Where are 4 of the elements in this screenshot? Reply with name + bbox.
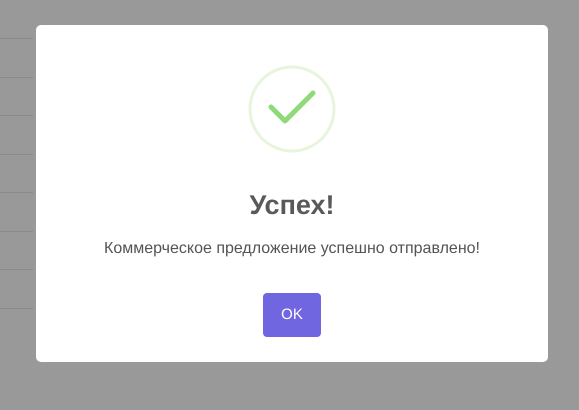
dialog-title: Успех! [249,189,335,222]
success-check-icon [248,65,336,153]
ok-button[interactable]: OK [263,293,321,337]
dialog-message: Коммерческое предложение успешно отправлено! [104,239,480,259]
